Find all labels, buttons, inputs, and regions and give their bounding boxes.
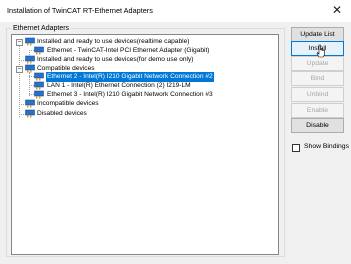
collapse-icon[interactable]: − xyxy=(16,39,23,46)
update-list-button[interactable]: Update List xyxy=(291,27,344,42)
installation-dialog: Installation of TwinCAT RT-Ethernet Adap… xyxy=(0,0,351,264)
network-adapter-icon xyxy=(25,99,35,108)
collapse-icon[interactable]: − xyxy=(16,66,23,73)
group-label: Ethernet Adapters xyxy=(13,25,70,32)
network-adapter-icon xyxy=(25,55,35,64)
bind-button[interactable]: Bind xyxy=(291,71,344,86)
tree-line xyxy=(19,43,20,117)
network-adapter-icon xyxy=(34,72,44,81)
title-bar: Installation of TwinCAT RT-Ethernet Adap… xyxy=(0,0,351,22)
adapter-tree[interactable]: − Installed and ready to use devices(rea… xyxy=(11,34,279,255)
close-icon[interactable]: ✕ xyxy=(332,3,342,17)
network-adapter-icon xyxy=(34,46,44,55)
disable-button[interactable]: Disable xyxy=(291,118,344,133)
enable-button[interactable]: Enable xyxy=(291,103,344,118)
show-bindings-label[interactable]: Show Bindings xyxy=(304,143,349,150)
node-label: Incompatible devices xyxy=(37,100,99,107)
node-label: Disabled devices xyxy=(37,110,87,117)
update-button[interactable]: Update xyxy=(291,56,344,71)
tree-line xyxy=(19,60,24,61)
show-bindings-checkbox[interactable] xyxy=(292,144,300,152)
window-title: Installation of TwinCAT RT-Ethernet Adap… xyxy=(7,6,153,15)
tree-line xyxy=(19,104,24,105)
network-adapter-icon xyxy=(25,109,35,118)
tree-line xyxy=(19,114,24,115)
network-adapter-icon xyxy=(25,37,35,46)
hand-cursor-icon xyxy=(316,44,325,58)
network-adapter-icon xyxy=(34,90,44,99)
network-adapter-icon xyxy=(34,81,44,90)
unbind-button[interactable]: Unbind xyxy=(291,87,344,102)
